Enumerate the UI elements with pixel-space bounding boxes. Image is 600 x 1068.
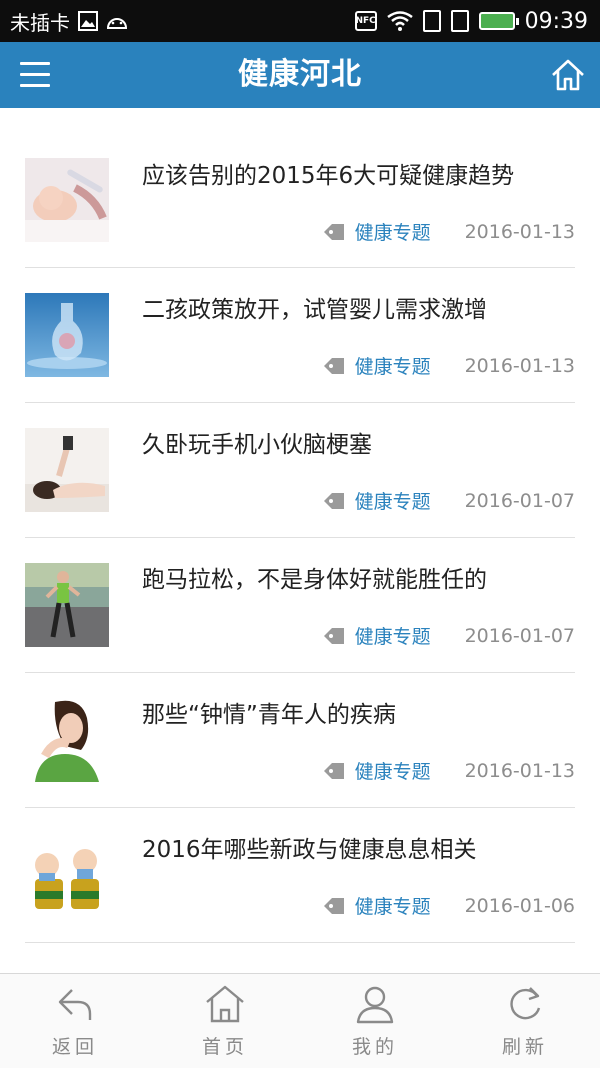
article-category[interactable]: 健康专题 (355, 218, 431, 245)
back-button[interactable]: 返回 (0, 974, 150, 1068)
article-date: 2016-01-07 (464, 489, 575, 512)
article-category[interactable]: 健康专题 (355, 892, 431, 919)
tag-icon (323, 357, 344, 374)
back-label: 返回 (51, 1036, 98, 1058)
home-button[interactable]: 首页 (150, 974, 300, 1068)
article-meta: 健康专题 2016-01-13 (323, 352, 575, 379)
article-title: 跑马拉松，不是身体好就能胜任的 (142, 567, 487, 593)
article-meta: 健康专题 2016-01-07 (323, 487, 575, 514)
tag-icon (323, 762, 344, 779)
sim1-icon (422, 10, 441, 32)
article-meta: 健康专题 2016-01-06 (323, 892, 575, 919)
status-bar: 未插卡 NFC 09:39 (0, 0, 600, 42)
article-item[interactable]: 二孩政策放开，试管婴儿需求激增 健康专题 2016-01-13 (25, 268, 575, 403)
carrier-text: 未插卡 (10, 10, 70, 35)
back-arrow-icon (58, 989, 92, 1020)
sim2-icon (450, 10, 469, 32)
refresh-icon (510, 987, 541, 1020)
battery-icon (478, 12, 519, 30)
tag-icon (323, 223, 344, 240)
article-item[interactable]: 应该告别的2015年6大可疑健康趋势 健康专题 2016-01-13 (25, 108, 575, 268)
article-category[interactable]: 健康专题 (355, 352, 431, 379)
nfc-icon: NFC (354, 11, 377, 31)
home-icon (206, 985, 244, 1023)
article-date: 2016-01-13 (464, 220, 575, 243)
wifi-icon (386, 11, 413, 31)
article-title: 久卧玩手机小伙脑梗塞 (142, 432, 372, 458)
mine-button[interactable]: 我的 (300, 974, 450, 1068)
user-icon (356, 986, 394, 1024)
article-title: 2016年哪些新政与健康息息相关 (142, 837, 477, 863)
article-thumbnail-runner (25, 563, 109, 647)
android-debug-icon (106, 13, 128, 29)
article-meta: 健康专题 2016-01-07 (323, 622, 575, 649)
article-item[interactable]: 2016年哪些新政与健康息息相关 健康专题 2016-01-06 (25, 808, 575, 943)
article-date: 2016-01-13 (464, 759, 575, 782)
article-date: 2016-01-06 (464, 894, 575, 917)
article-item[interactable]: 跑马拉松，不是身体好就能胜任的 健康专题 2016-01-07 (25, 538, 575, 673)
refresh-label: 刷新 (501, 1036, 548, 1058)
article-item[interactable]: 久卧玩手机小伙脑梗塞 健康专题 2016-01-07 (25, 403, 575, 538)
article-title: 应该告别的2015年6大可疑健康趋势 (142, 163, 515, 189)
article-item[interactable]: 那些“钟情”青年人的疾病 健康专题 2016-01-13 (25, 673, 575, 808)
article-meta: 健康专题 2016-01-13 (323, 757, 575, 784)
article-category[interactable]: 健康专题 (355, 622, 431, 649)
home-label: 首页 (201, 1036, 248, 1058)
article-category[interactable]: 健康专题 (355, 757, 431, 784)
status-right: NFC 09:39 (354, 8, 588, 34)
article-thumbnail-baby-injection (25, 158, 109, 242)
article-title: 二孩政策放开，试管婴儿需求激增 (142, 297, 487, 323)
tag-icon (323, 492, 344, 509)
article-thumbnail-cartoon-babies (25, 833, 109, 917)
article-category[interactable]: 健康专题 (355, 487, 431, 514)
status-left: 未插卡 (10, 7, 128, 36)
article-thumbnail-woman-neck-pain (25, 698, 109, 782)
tag-icon (323, 897, 344, 914)
clock: 09:39 (524, 8, 588, 34)
home-icon[interactable] (550, 57, 586, 93)
article-date: 2016-01-07 (464, 624, 575, 647)
bottom-nav: 返回 首页 我的 刷新 (0, 973, 600, 1068)
mine-label: 我的 (351, 1036, 398, 1058)
app-header: 健康河北 (0, 42, 600, 108)
image-notification-icon (78, 11, 98, 31)
article-thumbnail-test-tube (25, 293, 109, 377)
article-title: 那些“钟情”青年人的疾病 (142, 702, 396, 728)
tag-icon (323, 627, 344, 644)
article-date: 2016-01-13 (464, 354, 575, 377)
page-title: 健康河北 (238, 57, 362, 92)
article-meta: 健康专题 2016-01-13 (323, 218, 575, 245)
refresh-button[interactable]: 刷新 (450, 974, 600, 1068)
article-thumbnail-woman-lying-phone (25, 428, 109, 512)
article-list: 应该告别的2015年6大可疑健康趋势 健康专题 2016-01-13 二孩政策放… (0, 108, 600, 973)
